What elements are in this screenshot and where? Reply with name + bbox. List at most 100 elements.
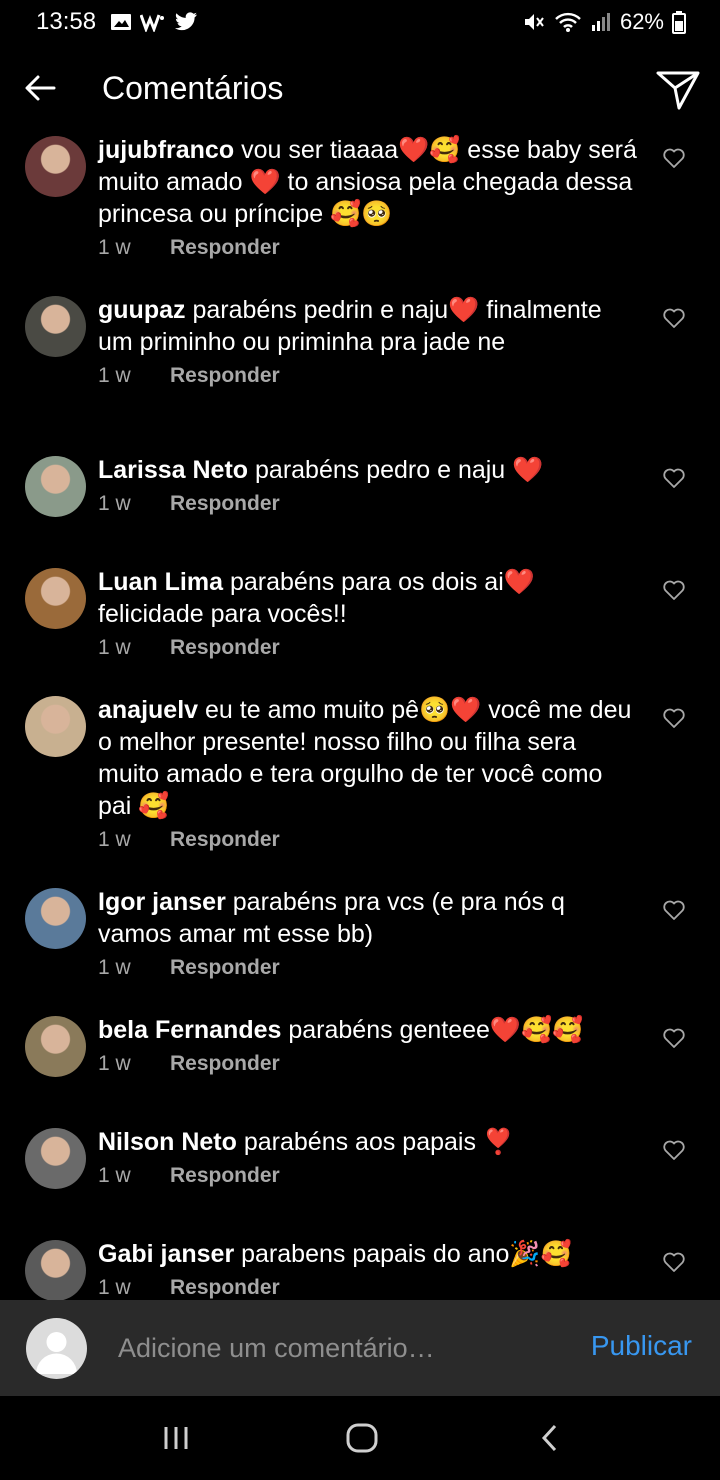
home-button[interactable] (342, 1420, 382, 1456)
comment-text: Igor janser parabéns pra vcs (e pra nós … (98, 886, 638, 950)
comment-meta: 1 w Responder (98, 1160, 638, 1192)
comment-text: bela Fernandes parabéns genteee❤️🥰🥰 (98, 1014, 638, 1046)
like-heart-icon[interactable] (662, 306, 686, 330)
signal-icon (591, 13, 610, 31)
comment-meta: 1 w Responder (98, 1048, 638, 1080)
reply-button[interactable]: Responder (170, 1276, 280, 1300)
comment-username[interactable]: Nilson Neto (98, 1128, 237, 1156)
home-icon (346, 1423, 378, 1453)
like-heart-icon[interactable] (662, 1026, 686, 1050)
gallery-icon (111, 14, 132, 30)
reply-button[interactable]: Responder (170, 828, 280, 852)
reply-button[interactable]: Responder (170, 636, 280, 660)
avatar[interactable] (25, 1016, 86, 1077)
comment-text: Larissa Neto parabéns pedro e naju ❤️ (98, 454, 638, 486)
comment-body: Nilson Neto parabéns aos papais ❣️ 1 w Res… (98, 1126, 638, 1192)
battery-icon (672, 11, 686, 34)
comment-time: 1 w (98, 1052, 131, 1075)
comment-username[interactable]: Larissa Neto (98, 456, 248, 484)
reply-button[interactable]: Responder (170, 492, 280, 516)
recent-apps-icon (164, 1427, 188, 1449)
comment-message: parabéns pedro e naju ❤️ (255, 456, 544, 484)
publish-button[interactable]: Publicar (591, 1330, 692, 1362)
comment-input[interactable] (118, 1328, 558, 1368)
comment-time: 1 w (98, 364, 131, 387)
reply-button[interactable]: Responder (170, 956, 280, 980)
share-button[interactable] (654, 68, 702, 112)
add-comment-bar: Publicar (0, 1300, 720, 1396)
battery-percent: 62% (619, 9, 664, 34)
reply-button[interactable]: Responder (170, 1052, 280, 1076)
comment-message: parabéns aos papais ❣️ (243, 1128, 515, 1156)
comment-body: anajuelv eu te amo muito pê🥺❤️ você me d… (98, 694, 638, 856)
comment-username[interactable]: bela Fernandes (98, 1016, 281, 1044)
avatar[interactable] (25, 296, 86, 357)
comment-username[interactable]: Gabi janser (98, 1240, 234, 1268)
avatar[interactable] (25, 696, 86, 757)
like-heart-icon[interactable] (662, 1250, 686, 1274)
reply-button[interactable]: Responder (170, 1164, 280, 1188)
comment-meta: 1 w Responder (98, 1272, 638, 1300)
status-time: 13:58 (36, 8, 97, 35)
comment-body: guupaz parabéns pedrin e naju❤️ finalmen… (98, 294, 638, 392)
comment-time: 1 w (98, 492, 131, 515)
comment-time: 1 w (98, 956, 131, 979)
notification-icons (110, 12, 198, 32)
avatar[interactable] (25, 1128, 86, 1189)
paper-plane-icon (656, 71, 700, 110)
avatar[interactable] (25, 1240, 86, 1300)
system-icons: 62% (522, 9, 686, 35)
back-button[interactable] (22, 70, 58, 106)
like-heart-icon[interactable] (662, 1138, 686, 1162)
mute-icon (524, 14, 544, 30)
comment-time: 1 w (98, 236, 131, 259)
reply-button[interactable]: Responder (170, 236, 280, 260)
comment-username[interactable]: jujubfranco (98, 136, 234, 164)
comment-username[interactable]: anajuelv (98, 696, 198, 724)
navigation-bar (0, 1396, 720, 1480)
like-heart-icon[interactable] (662, 706, 686, 730)
like-heart-icon[interactable] (662, 146, 686, 170)
w-icon (140, 14, 165, 32)
avatar[interactable] (25, 136, 86, 197)
back-nav-button[interactable] (530, 1420, 570, 1456)
comment-username[interactable]: Igor janser (98, 888, 226, 916)
twitter-icon (175, 12, 198, 31)
comment-meta: 1 w Responder (98, 632, 638, 664)
comment-message: parabens papais do ano🎉🥰 (241, 1240, 572, 1268)
comment-meta: 1 w Responder (98, 952, 638, 984)
like-heart-icon[interactable] (662, 466, 686, 490)
comment-body: jujubfranco vou ser tiaaaa❤️🥰 esse baby … (98, 134, 638, 264)
like-heart-icon[interactable] (662, 898, 686, 922)
comment-text: anajuelv eu te amo muito pê🥺❤️ você me d… (98, 694, 638, 822)
wifi-icon (555, 12, 581, 32)
default-avatar-icon (36, 1332, 77, 1374)
recent-apps-button[interactable] (156, 1420, 196, 1456)
comment-body: Igor janser parabéns pra vcs (e pra nós … (98, 886, 638, 984)
comment-time: 1 w (98, 828, 131, 851)
comment-username[interactable]: Luan Lima (98, 568, 223, 596)
comment-text: Nilson Neto parabéns aos papais ❣️ (98, 1126, 638, 1158)
avatar[interactable] (25, 888, 86, 949)
comment-text: Gabi janser parabens papais do ano🎉🥰 (98, 1238, 638, 1270)
comment-text: jujubfranco vou ser tiaaaa❤️🥰 esse baby … (98, 134, 638, 230)
comment-time: 1 w (98, 636, 131, 659)
like-heart-icon[interactable] (662, 578, 686, 602)
comment-username[interactable]: guupaz (98, 296, 186, 324)
comment-body: Gabi janser parabens papais do ano🎉🥰 1 w R… (98, 1238, 638, 1300)
avatar[interactable] (25, 456, 86, 517)
comment-meta: 1 w Responder (98, 824, 638, 856)
user-avatar (26, 1318, 87, 1379)
comment-body: Larissa Neto parabéns pedro e naju ❤️ 1 w… (98, 454, 638, 520)
chevron-left-icon (541, 1424, 557, 1452)
avatar[interactable] (25, 568, 86, 629)
header: Comentários (0, 56, 720, 124)
comment-text: Luan Lima parabéns para os dois ai❤️ fel… (98, 566, 638, 630)
comment-time: 1 w (98, 1164, 131, 1187)
comments-list[interactable]: jujubfranco vou ser tiaaaa❤️🥰 esse baby … (0, 128, 720, 1300)
comment-meta: 1 w Responder (98, 232, 638, 264)
comment-body: Luan Lima parabéns para os dois ai❤️ fel… (98, 566, 638, 664)
reply-button[interactable]: Responder (170, 364, 280, 388)
comment-time: 1 w (98, 1276, 131, 1299)
comment-text: guupaz parabéns pedrin e naju❤️ finalmen… (98, 294, 638, 358)
